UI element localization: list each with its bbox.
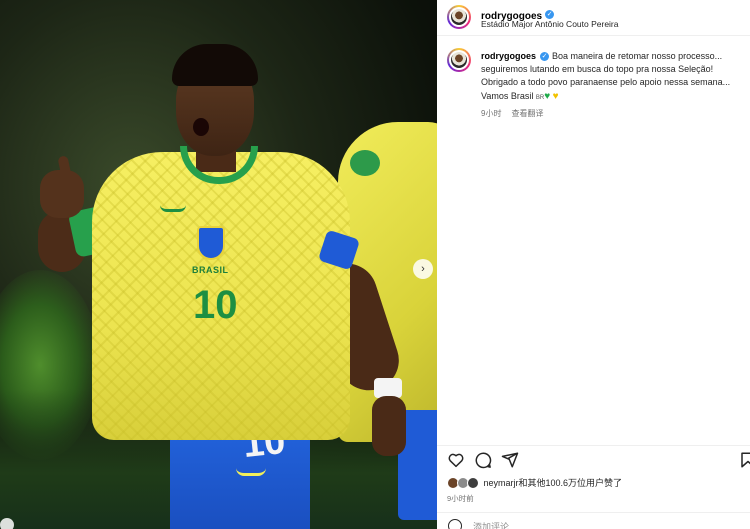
emoji-icon[interactable] xyxy=(448,519,462,529)
heart-icon[interactable] xyxy=(447,451,465,469)
avatar[interactable] xyxy=(447,5,471,29)
likes-count: neymarjr和其他100.6万位用户赞了 xyxy=(483,478,623,488)
caption-line-3: Obrigado a todo povo paranaense pelo apo… xyxy=(481,77,731,88)
translate-link[interactable]: 查看翻译 xyxy=(511,109,543,118)
carousel-indicator xyxy=(0,518,14,529)
jersey-number: 10 xyxy=(193,283,238,327)
likes-row[interactable]: neymarjr和其他100.6万位用户赞了 xyxy=(447,476,622,490)
caption-line-2: seguiremos lutando em busca do topo pra … xyxy=(481,64,714,75)
share-icon[interactable] xyxy=(501,451,519,469)
teammate-collar xyxy=(350,150,380,176)
comment-icon[interactable] xyxy=(474,451,492,469)
verified-badge-icon: ✓ xyxy=(540,52,550,62)
green-heart-icon: ♥ xyxy=(544,90,551,102)
bookmark-icon[interactable] xyxy=(739,451,750,469)
caption-meta: 9小时 查看翻译 xyxy=(481,108,543,119)
cbf-crest xyxy=(197,226,225,260)
post-header: rodrygogoes ✓ Estádio Major Antônio Couto… xyxy=(437,0,750,36)
caption-username-link[interactable]: rodrygogoes xyxy=(481,51,536,61)
player-fist xyxy=(40,170,84,218)
location-link[interactable]: Estádio Major Antônio Couto Pereira xyxy=(481,19,619,29)
chevron-right-icon[interactable]: › xyxy=(413,259,433,279)
player-hair xyxy=(172,44,258,86)
comment-bar: 添加评论... xyxy=(437,512,750,529)
action-bar xyxy=(437,445,750,471)
yellow-heart-icon: ♥ xyxy=(552,90,559,102)
post-photo[interactable]: 10 BRASIL 10 › xyxy=(0,0,437,529)
liker-avatar xyxy=(467,476,479,489)
post-timestamp[interactable]: 9小时前 xyxy=(447,493,474,504)
jersey-logo xyxy=(160,205,186,212)
caption-block: rodrygogoes ✓ Boa maneira de retomar nosso… xyxy=(437,36,750,436)
caption-line-4: Vamos Brasil xyxy=(481,90,534,101)
liker-avatars xyxy=(447,476,481,489)
comment-input[interactable]: 添加评论... xyxy=(473,520,517,529)
shorts-logo xyxy=(236,468,266,476)
caption-line-1: Boa maneira de retomar nosso processo... xyxy=(552,51,723,61)
caption-time: 9小时 xyxy=(481,109,502,118)
post-sidebar: rodrygogoes ✓ Estádio Major Antônio Couto… xyxy=(437,0,750,529)
player-mouth xyxy=(193,118,209,136)
player-wristband xyxy=(374,378,402,398)
caption-avatar[interactable] xyxy=(447,48,471,72)
caption-text: rodrygogoes ✓ Boa maneira de retomar nosso… xyxy=(481,50,743,105)
player-right-hand xyxy=(372,396,406,456)
jersey-brasil-label: BRASIL xyxy=(192,265,229,275)
brazil-flag-icon: BR xyxy=(535,94,545,101)
verified-badge-icon: ✓ xyxy=(545,10,555,20)
